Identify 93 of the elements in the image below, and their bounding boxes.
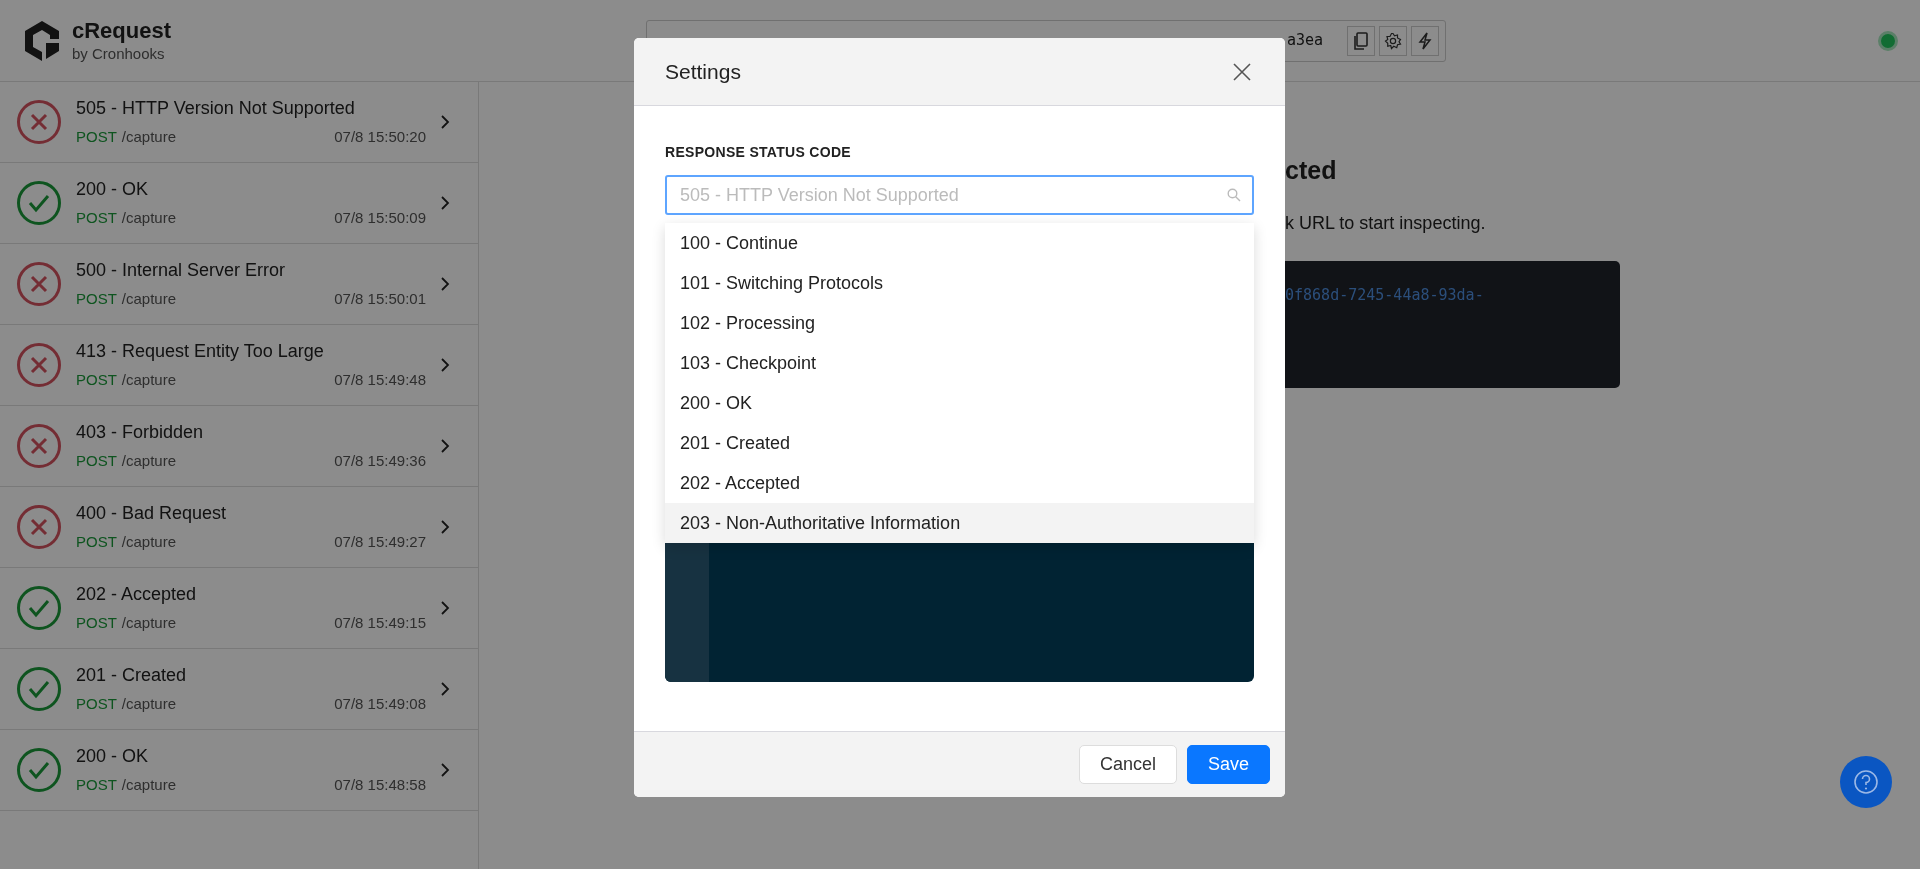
cancel-button[interactable]: Cancel bbox=[1078, 745, 1177, 784]
request-item[interactable]: 400 - Bad Request POST /capture 07/8 15:49:27 bbox=[0, 487, 478, 568]
status-code-option[interactable]: 200 - OK bbox=[665, 383, 1254, 423]
request-path: /capture bbox=[121, 127, 177, 148]
request-status: 413 - Request Entity Too Large bbox=[76, 340, 325, 364]
logo-icon bbox=[22, 18, 62, 63]
request-status: 200 - OK bbox=[76, 178, 150, 202]
request-path: /capture bbox=[121, 370, 177, 391]
request-method: POST bbox=[76, 532, 117, 553]
status-code-option[interactable]: 100 - Continue bbox=[665, 223, 1254, 263]
request-path: /capture bbox=[121, 208, 177, 229]
help-button[interactable] bbox=[1840, 756, 1892, 808]
main-heading: cted bbox=[1285, 155, 1337, 186]
request-time: 07/8 15:49:15 bbox=[334, 613, 426, 634]
status-code-option[interactable]: 203 - Non-Authoritative Information bbox=[665, 503, 1254, 543]
request-item[interactable]: 201 - Created POST /capture 07/8 15:49:08 bbox=[0, 649, 478, 730]
request-path: /capture bbox=[121, 451, 177, 472]
chevron-right-icon bbox=[440, 681, 450, 697]
request-item[interactable]: 200 - OK POST /capture 07/8 15:48:58 bbox=[0, 730, 478, 811]
chevron-right-icon bbox=[440, 195, 450, 211]
x-circle-icon bbox=[16, 504, 62, 550]
request-path: /capture bbox=[121, 694, 177, 715]
request-path: /capture bbox=[121, 775, 177, 796]
chevron-right-icon bbox=[440, 438, 450, 454]
dialog-title: Settings bbox=[665, 58, 741, 85]
request-status: 200 - OK bbox=[76, 745, 150, 769]
field-label: RESPONSE STATUS CODE bbox=[665, 143, 852, 162]
chevron-right-icon bbox=[440, 114, 450, 130]
chevron-right-icon bbox=[440, 519, 450, 535]
x-circle-icon bbox=[16, 99, 62, 145]
request-method: POST bbox=[76, 613, 117, 634]
check-circle-icon bbox=[16, 180, 62, 226]
chevron-right-icon bbox=[440, 600, 450, 616]
status-code-option[interactable]: 201 - Created bbox=[665, 423, 1254, 463]
request-method: POST bbox=[76, 289, 117, 310]
app-byline: by Cronhooks bbox=[72, 44, 166, 64]
check-circle-icon bbox=[16, 747, 62, 793]
request-status: 403 - Forbidden bbox=[76, 421, 205, 445]
request-method: POST bbox=[76, 694, 117, 715]
request-time: 07/8 15:49:27 bbox=[334, 532, 426, 553]
status-code-option[interactable]: 102 - Processing bbox=[665, 303, 1254, 343]
status-code-option[interactable]: 101 - Switching Protocols bbox=[665, 263, 1254, 303]
request-status: 201 - Created bbox=[76, 664, 188, 688]
request-status: 202 - Accepted bbox=[76, 583, 198, 607]
close-icon bbox=[1233, 62, 1251, 81]
check-circle-icon bbox=[16, 666, 62, 712]
help-icon bbox=[1853, 769, 1879, 795]
request-item[interactable]: 505 - HTTP Version Not Supported POST /capture 07/8 15:50:20 bbox=[0, 82, 478, 163]
main-instruction: k URL to start inspecting. bbox=[1285, 211, 1486, 235]
request-status: 400 - Bad Request bbox=[76, 502, 228, 526]
save-button[interactable]: Save bbox=[1186, 745, 1270, 784]
request-method: POST bbox=[76, 370, 117, 391]
request-item[interactable]: 413 - Request Entity Too Large POST /capture 07/8 15:49:48 bbox=[0, 325, 478, 406]
request-time: 07/8 15:49:08 bbox=[334, 694, 426, 715]
request-item[interactable]: 403 - Forbidden POST /capture 07/8 15:49:36 bbox=[0, 406, 478, 487]
request-path: /capture bbox=[121, 613, 177, 634]
copy-icon bbox=[1353, 31, 1369, 50]
code-url: 0f868d-7245-44a8-93da- bbox=[1285, 285, 1484, 304]
chevron-right-icon bbox=[440, 357, 450, 373]
chevron-right-icon bbox=[440, 762, 450, 778]
status-code-field[interactable]: 505 - HTTP Version Not Supported bbox=[665, 175, 1254, 215]
request-method: POST bbox=[76, 127, 117, 148]
request-time: 07/8 15:50:01 bbox=[334, 289, 426, 310]
request-time: 07/8 15:48:58 bbox=[334, 775, 426, 796]
check-circle-icon bbox=[16, 585, 62, 631]
request-item[interactable]: 200 - OK POST /capture 07/8 15:50:09 bbox=[0, 163, 478, 244]
request-item[interactable]: 500 - Internal Server Error POST /capture 07/8 15:50:01 bbox=[0, 244, 478, 325]
request-time: 07/8 15:50:20 bbox=[334, 127, 426, 148]
request-time: 07/8 15:49:36 bbox=[334, 451, 426, 472]
request-time: 07/8 15:50:09 bbox=[334, 208, 426, 229]
request-path: /capture bbox=[121, 289, 177, 310]
x-circle-icon bbox=[16, 423, 62, 469]
url-text: a3ea bbox=[1286, 30, 1323, 52]
request-status: 505 - HTTP Version Not Supported bbox=[76, 97, 356, 121]
bolt-button[interactable] bbox=[1411, 25, 1439, 56]
copy-button[interactable] bbox=[1347, 25, 1375, 56]
settings-icon bbox=[1384, 31, 1402, 50]
chevron-right-icon bbox=[440, 276, 450, 292]
bolt-icon bbox=[1418, 31, 1432, 50]
app-name: cRequest bbox=[72, 17, 172, 45]
request-item[interactable]: 202 - Accepted POST /capture 07/8 15:49:15 bbox=[0, 568, 478, 649]
request-path: /capture bbox=[121, 532, 177, 553]
request-time: 07/8 15:49:48 bbox=[334, 370, 426, 391]
request-method: POST bbox=[76, 451, 117, 472]
request-status: 500 - Internal Server Error bbox=[76, 259, 287, 283]
search-icon bbox=[1227, 188, 1241, 202]
status-code-option[interactable]: 202 - Accepted bbox=[665, 463, 1254, 503]
x-circle-icon bbox=[16, 342, 62, 388]
request-method: POST bbox=[76, 775, 117, 796]
request-method: POST bbox=[76, 208, 117, 229]
settings-button[interactable] bbox=[1379, 25, 1407, 56]
x-circle-icon bbox=[16, 261, 62, 307]
status-code-option[interactable]: 103 - Checkpoint bbox=[665, 343, 1254, 383]
